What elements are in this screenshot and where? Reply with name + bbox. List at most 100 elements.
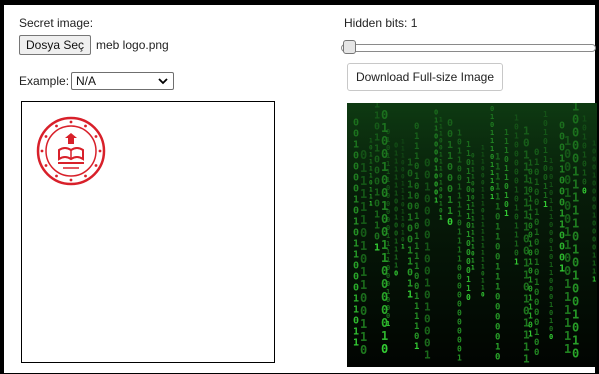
matrix-digit: 1 bbox=[528, 213, 533, 222]
matrix-digit: 1 bbox=[457, 200, 462, 209]
choose-file-button[interactable]: Dosya Seç bbox=[19, 35, 91, 55]
matrix-digit: 1 bbox=[394, 246, 398, 254]
matrix-digit: 1 bbox=[528, 312, 533, 321]
matrix-digit: 0 bbox=[457, 344, 462, 353]
matrix-digit: 0 bbox=[564, 173, 571, 187]
matrix-digit: 1 bbox=[549, 301, 553, 309]
matrix-digit: 0 bbox=[401, 174, 405, 181]
matrix-digit: 1 bbox=[424, 348, 431, 361]
matrix-digit: 0 bbox=[414, 202, 419, 212]
matrix-digit: 0 bbox=[360, 291, 367, 305]
matrix-digit: 0 bbox=[549, 325, 553, 333]
matrix-digit: 1 bbox=[572, 177, 579, 191]
matrix-digit: 0 bbox=[490, 121, 494, 129]
matrix-digit: 0 bbox=[353, 150, 359, 161]
matrix-digit: 0 bbox=[564, 251, 571, 265]
matrix-digit: 0 bbox=[471, 153, 475, 160]
matrix-digit: 0 bbox=[360, 304, 367, 318]
matrix-digit: 1 bbox=[353, 216, 359, 227]
matrix-digit: 1 bbox=[490, 137, 494, 145]
matrix-digit: 0 bbox=[457, 218, 462, 227]
matrix-digit: 0 bbox=[549, 229, 553, 237]
matrix-digit: 0 bbox=[457, 299, 462, 308]
matrix-digit: 1 bbox=[447, 195, 453, 206]
matrix-digit: 1 bbox=[471, 265, 475, 272]
matrix-digit: 1 bbox=[481, 221, 485, 228]
matrix-digit: 0 bbox=[439, 138, 443, 145]
matrix-digit: 0 bbox=[353, 128, 359, 139]
matrix-digit: 0 bbox=[495, 333, 500, 343]
matrix-digit: 1 bbox=[434, 124, 438, 132]
matrix-digit: 0 bbox=[528, 285, 533, 294]
matrix-digit: 0 bbox=[514, 248, 519, 257]
matrix-digit: 1 bbox=[401, 216, 405, 223]
matrix-digit: 1 bbox=[504, 209, 509, 218]
matrix-digit: 1 bbox=[457, 254, 462, 263]
matrix-digit: 0 bbox=[572, 229, 579, 243]
matrix-digit: 1 bbox=[549, 317, 553, 325]
matrix-digit: 0 bbox=[386, 184, 390, 192]
matrix-digit: 1 bbox=[439, 159, 443, 166]
matrix-digit: 1 bbox=[401, 244, 405, 251]
matrix-digit: 1 bbox=[434, 116, 438, 124]
matrix-digit: 0 bbox=[592, 155, 596, 163]
matrix-digit: 0 bbox=[534, 148, 539, 158]
matrix-digit: 1 bbox=[466, 284, 471, 293]
matrix-digit: 0 bbox=[369, 144, 373, 151]
matrix-digit: 0 bbox=[504, 155, 509, 164]
matrix-digit: 1 bbox=[386, 176, 390, 184]
matrix-digit: 0 bbox=[514, 140, 519, 149]
matrix-digit: 1 bbox=[564, 134, 571, 148]
matrix-digit: 1 bbox=[401, 181, 405, 188]
matrix-digit: 1 bbox=[543, 200, 548, 209]
hidden-bits-slider[interactable] bbox=[341, 40, 598, 56]
matrix-digit: 1 bbox=[504, 128, 509, 137]
matrix-digit: 1 bbox=[457, 191, 462, 200]
matrix-digit: 0 bbox=[534, 318, 539, 328]
matrix-digit: 1 bbox=[495, 173, 500, 183]
matrix-digit: 1 bbox=[481, 249, 485, 256]
matrix-digit: 1 bbox=[490, 145, 494, 153]
matrix-digit: 0 bbox=[534, 308, 539, 318]
matrix-digit: 1 bbox=[471, 167, 475, 174]
matrix-digit: 0 bbox=[457, 326, 462, 335]
matrix-digit: 1 bbox=[360, 174, 367, 188]
matrix-digit: 1 bbox=[495, 183, 500, 193]
matrix-digit: 1 bbox=[481, 256, 485, 263]
matrix-digit: 1 bbox=[592, 139, 596, 147]
matrix-digit: 1 bbox=[528, 159, 533, 168]
matrix-digit: 0 bbox=[374, 198, 380, 209]
matrix-digit: 0 bbox=[592, 203, 596, 211]
example-select[interactable]: N/A bbox=[71, 72, 174, 90]
matrix-digit: 1 bbox=[564, 303, 571, 317]
matrix-digit: 1 bbox=[407, 190, 413, 201]
matrix-digit: 0 bbox=[534, 288, 539, 298]
matrix-digit: 0 bbox=[534, 248, 539, 258]
matrix-digit: 1 bbox=[360, 278, 367, 292]
matrix-digit: 0 bbox=[572, 294, 579, 308]
matrix-digit: 0 bbox=[386, 264, 390, 272]
matrix-digit: 0 bbox=[353, 161, 359, 172]
matrix-digit: 0 bbox=[471, 188, 475, 195]
matrix-digit: 0 bbox=[466, 293, 471, 302]
matrix-digit: 1 bbox=[394, 214, 398, 222]
matrix-digit: 1 bbox=[360, 200, 367, 214]
ministry-seal-logo bbox=[36, 116, 106, 186]
slider-track[interactable] bbox=[341, 44, 596, 52]
matrix-digit: 1 bbox=[582, 150, 587, 159]
matrix-digit: 1 bbox=[481, 158, 485, 165]
matrix-digit: 0 bbox=[592, 147, 596, 155]
matrix-digit: 1 bbox=[457, 155, 462, 164]
matrix-digit: 0 bbox=[457, 290, 462, 299]
matrix-digit: 0 bbox=[414, 282, 419, 292]
slider-thumb[interactable] bbox=[343, 40, 356, 54]
matrix-digit: 0 bbox=[549, 285, 553, 293]
matrix-digit: 1 bbox=[360, 161, 367, 175]
matrix-digit: 0 bbox=[457, 281, 462, 290]
matrix-digit: 0 bbox=[572, 125, 579, 139]
matrix-digit: 0 bbox=[534, 218, 539, 228]
download-full-size-button[interactable]: Download Full-size Image bbox=[347, 63, 503, 91]
matrix-digit: 0 bbox=[407, 267, 413, 278]
matrix-digit: 1 bbox=[592, 267, 596, 275]
matrix-digit: 1 bbox=[414, 232, 419, 242]
